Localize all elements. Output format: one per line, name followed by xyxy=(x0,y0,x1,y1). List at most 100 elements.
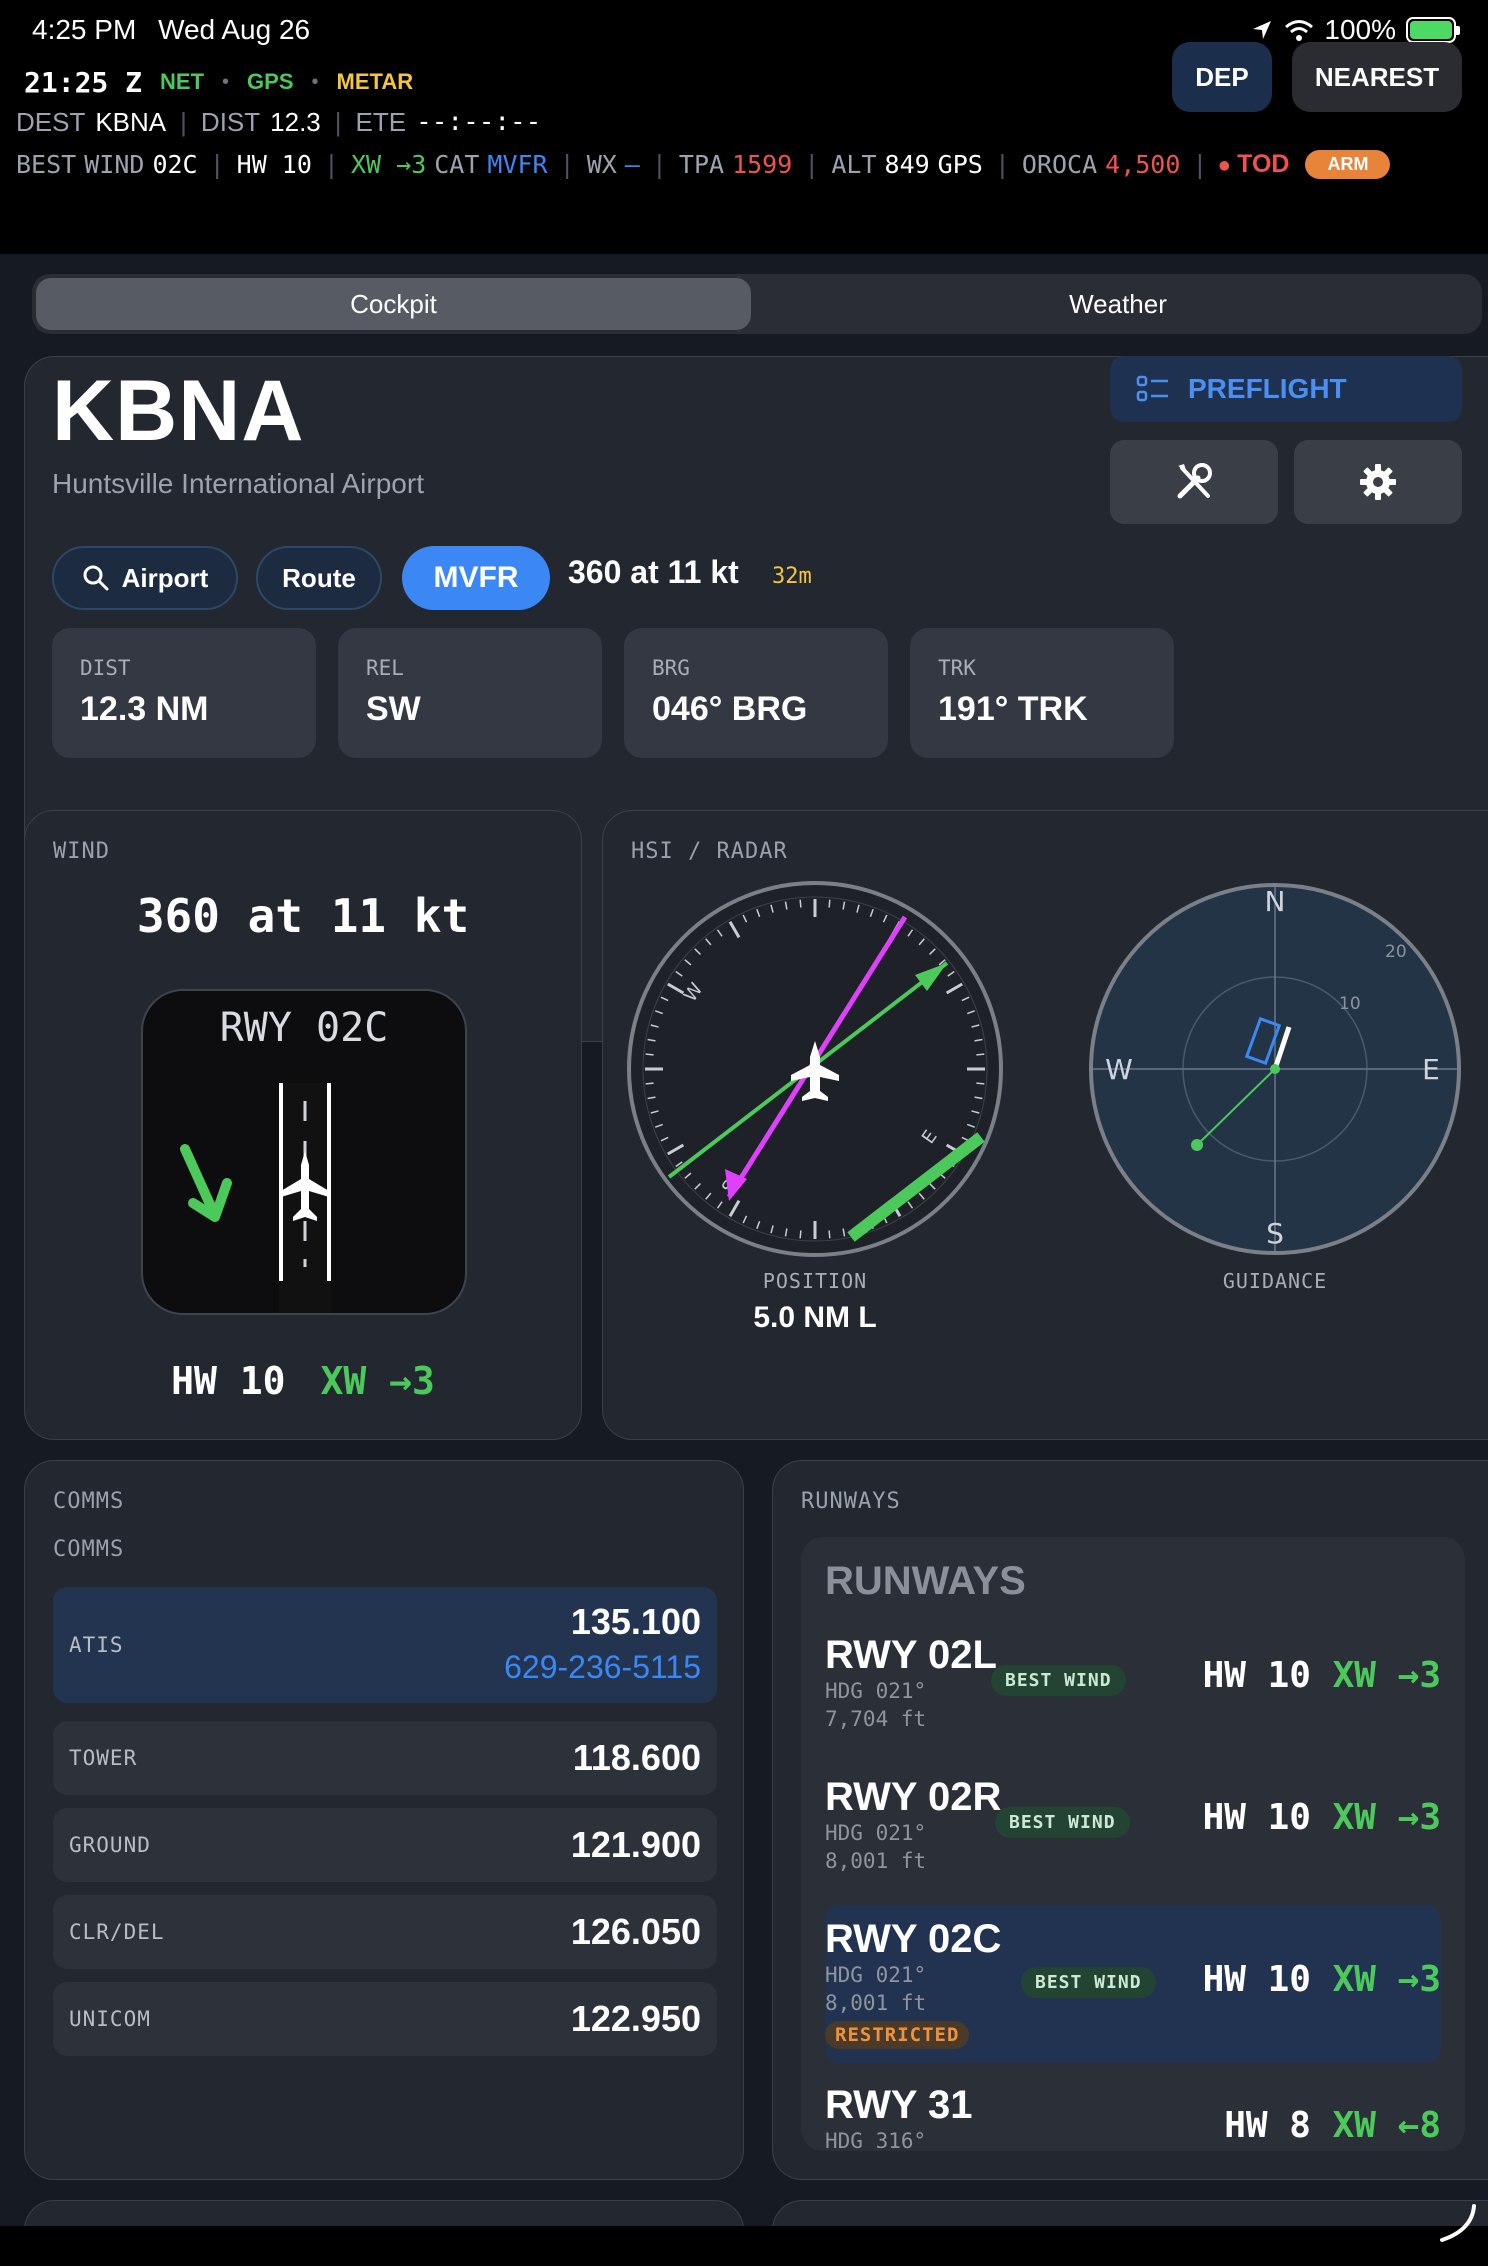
divider: | xyxy=(651,149,667,179)
freq-name: GROUND xyxy=(69,1833,151,1857)
stat-value: SW xyxy=(366,690,421,728)
compass-tick xyxy=(799,1230,802,1239)
source-metar: METAR xyxy=(336,69,414,94)
tab-weather[interactable]: Weather xyxy=(758,274,1478,334)
divider: | xyxy=(180,106,187,137)
status-date: Wed Aug 26 xyxy=(158,14,311,45)
freq-row-atis[interactable]: ATIS 135.100 629-236-5115 xyxy=(53,1587,717,1703)
runways-card: RUNWAYS RUNWAYS RWY 02L HDG 021° 7,704 f… xyxy=(772,1460,1488,2180)
tod-indicator-dot: ● xyxy=(1219,154,1230,174)
freq-row-unicom[interactable]: UNICOM 122.950 xyxy=(53,1982,717,2056)
compass-tick xyxy=(645,1082,654,1085)
separator-dot: • xyxy=(311,70,319,93)
stat-brg: BRG 046° BRG xyxy=(624,628,888,758)
runway-row-02r[interactable]: RWY 02R HDG 021° 8,001 ft BEST WIND HW 1… xyxy=(801,1775,1465,1895)
best-wind-badge: BEST WIND xyxy=(995,1807,1130,1838)
wind-label: WIND xyxy=(84,149,145,179)
wind-card: WIND 360 at 11 kt RWY 02C HW 10 XW →3 xyxy=(24,810,582,1440)
freq-name: UNICOM xyxy=(69,2007,151,2031)
freq-name: TOWER xyxy=(69,1746,138,1770)
radar-east: E xyxy=(1422,1053,1440,1086)
nearest-button[interactable]: NEAREST xyxy=(1292,42,1462,112)
headwind-value: HW 10 xyxy=(236,149,312,179)
settings-button[interactable] xyxy=(1294,440,1462,524)
radar-west: W xyxy=(1105,1053,1133,1086)
freq-value: 126.050 xyxy=(570,1911,701,1952)
stat-label: REL xyxy=(366,656,404,680)
runway-name: RWY 02R xyxy=(825,1775,1002,1819)
runway-length: 8,001 ft xyxy=(825,1991,927,2015)
source-gps: GPS xyxy=(247,69,294,94)
divider: | xyxy=(804,149,820,179)
radar-north: N xyxy=(1265,885,1286,918)
ete-label: ETE xyxy=(355,106,407,137)
wind-components: HW 10 XW →3 xyxy=(25,1359,581,1403)
preflight-label: PREFLIGHT xyxy=(1188,373,1347,404)
hsi-radar-card: HSI / RADAR W E S POSITION 5.0 NM L xyxy=(602,810,1488,1440)
wind-card-label: WIND xyxy=(53,839,110,864)
freq-row-ground[interactable]: GROUND 121.900 xyxy=(53,1808,717,1882)
alt-value: 849 xyxy=(884,149,930,179)
location-arrow-icon xyxy=(1253,21,1272,39)
divider: | xyxy=(1192,149,1208,179)
runway-details: HDG 021° 7,704 ft xyxy=(825,1677,926,1733)
source-net: NET xyxy=(160,69,205,94)
alt-source: GPS xyxy=(937,149,983,179)
comms-card-label: COMMS xyxy=(53,1489,125,1514)
flight-category-badge[interactable]: MVFR xyxy=(402,546,550,610)
freq-row-clrdel[interactable]: CLR/DEL 126.050 xyxy=(53,1895,717,1969)
resize-handle-icon[interactable] xyxy=(1434,2200,1478,2244)
stat-dist: DIST 12.3 NM xyxy=(52,628,316,758)
wind-card-value: 360 at 11 kt xyxy=(136,889,470,943)
crosswind-value: XW →3 xyxy=(1332,1797,1441,1838)
headwind-value: HW 10 xyxy=(1202,1797,1311,1838)
dest-value: KBNA xyxy=(95,106,167,137)
app-content: Cockpit Weather KBNA Huntsville Internat… xyxy=(0,254,1488,2226)
runway-wind-components: HW 10 XW →3 xyxy=(1203,1797,1441,1838)
divider: | xyxy=(323,149,339,179)
hud-zulu-row: 21:25 Z NET • GPS • METAR xyxy=(24,62,413,102)
runway-details: HDG 316° xyxy=(825,2127,926,2151)
stat-value: 046° BRG xyxy=(652,690,808,728)
freq-row-tower[interactable]: TOWER 118.600 xyxy=(53,1721,717,1795)
runway-wind-diagram: RWY 02C xyxy=(141,989,467,1315)
runways-list: RUNWAYS RWY 02L HDG 021° 7,704 ft BEST W… xyxy=(801,1537,1465,2151)
cat-label: CAT xyxy=(434,149,480,179)
airport-search-button[interactable]: Airport xyxy=(52,546,238,610)
tab-cockpit[interactable]: Cockpit xyxy=(36,274,751,334)
runway-details: HDG 021° 8,001 ft xyxy=(825,1961,926,2017)
runway-wind-components: HW 8 XW ←8 xyxy=(1224,2105,1441,2146)
radar-ring-10: 10 xyxy=(1339,994,1361,1014)
crosswind-value: XW →3 xyxy=(1332,1959,1441,2000)
battery-charging-icon xyxy=(1406,17,1460,43)
separator-dot: • xyxy=(222,70,230,93)
status-time: 4:25 PM xyxy=(32,14,137,45)
preflight-button[interactable]: PREFLIGHT xyxy=(1110,356,1462,422)
oroca-label: OROCA xyxy=(1021,149,1098,179)
hud-destination-row: DEST KBNA | DIST 12.3 | ETE --:--:-- xyxy=(16,104,541,140)
header-wind: 360 at 11 kt xyxy=(568,554,739,590)
runway-row-31[interactable]: RWY 31 HDG 316° HW 8 XW ←8 xyxy=(801,2083,1465,2151)
compass-tick xyxy=(645,1053,654,1056)
guidance-label: GUIDANCE xyxy=(1222,1269,1328,1293)
dest-label: DEST xyxy=(16,106,86,137)
atis-phone-link[interactable]: 629-236-5115 xyxy=(504,1649,701,1686)
tools-button[interactable] xyxy=(1110,440,1278,524)
runway-row-02l[interactable]: RWY 02L HDG 021° 7,704 ft BEST WIND HW 1… xyxy=(801,1633,1465,1753)
arm-button[interactable]: ARM xyxy=(1305,149,1391,179)
bottom-bar xyxy=(0,2204,1488,2266)
wx-value: — xyxy=(624,149,640,179)
dist-value: 12.3 xyxy=(270,106,321,137)
runway-length: 7,704 ft xyxy=(825,1707,927,1731)
freq-value: 118.600 xyxy=(572,1737,701,1778)
divider: | xyxy=(559,149,575,179)
wifi-icon xyxy=(1285,20,1314,41)
runway-wind-components: HW 10 XW →3 xyxy=(1203,1959,1441,2000)
dep-button[interactable]: DEP xyxy=(1172,42,1272,112)
checklist-icon xyxy=(1136,375,1168,402)
best-label: BEST xyxy=(16,149,77,179)
runway-row-02c[interactable]: RWY 02C HDG 021° 8,001 ft RESTRICTED BES… xyxy=(825,1905,1441,2063)
runways-heading: RUNWAYS xyxy=(825,1559,1026,1603)
crosswind-value: XW →3 xyxy=(320,1359,435,1403)
route-button[interactable]: Route xyxy=(256,546,382,610)
